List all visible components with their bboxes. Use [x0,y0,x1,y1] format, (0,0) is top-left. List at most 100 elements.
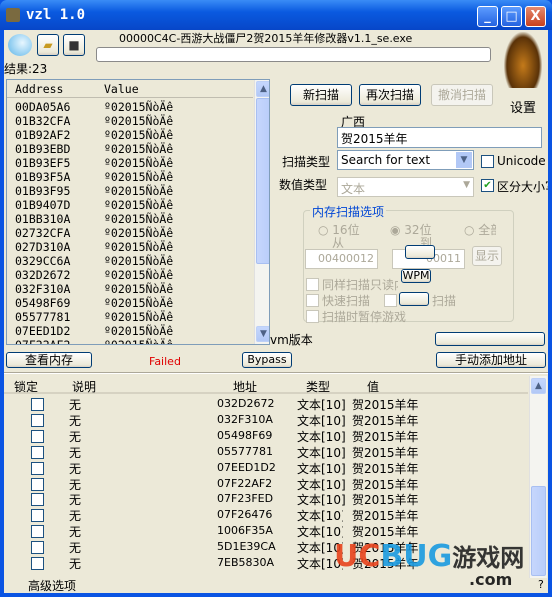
header-value[interactable]: Value [104,82,139,96]
list-item[interactable]: 01B93F95 º02015ÑòÄê [7,184,253,198]
minimize-button[interactable]: _ [477,6,498,27]
header-address[interactable]: Address [15,82,63,96]
list-item[interactable]: 032F310A º02015ÑòÄê [7,282,253,296]
vm-label: vm版本 [270,333,313,347]
help-link[interactable]: ? [538,578,544,591]
table-row[interactable]: 无 07EED1D2 文本[10] 贺2015羊年 [4,460,528,476]
lock-checkbox[interactable] [31,413,44,427]
lock-checkbox[interactable] [31,477,44,491]
lock-checkbox[interactable] [31,557,44,570]
table-scrollbar[interactable]: ▲ [529,376,547,578]
list-item[interactable]: 01B93EF5 º02015ÑòÄê [7,156,253,170]
table-row[interactable]: 无 032D2672 文本[10] 贺2015羊年 [4,396,528,412]
settings-label[interactable]: 设置 [510,97,536,116]
table-header: 锁定 说明 地址 类型 值 [4,376,528,394]
row-value: 贺2015羊年 [352,477,419,492]
list-item[interactable]: 01B93F5A º02015ÑòÄê [7,170,253,184]
open-file-icon[interactable]: ▰ [37,34,59,56]
scroll-thumb[interactable] [256,98,269,264]
list-item[interactable]: 01B9407D º02015ÑòÄê [7,198,253,212]
scan-results-list[interactable]: Address Value 00DA05A6 º02015ÑòÄê 01B32CFA… [6,79,270,345]
lock-checkbox[interactable] [31,541,44,555]
list-item[interactable]: 05498F69 º02015ÑòÄê [7,296,253,310]
table-row[interactable]: 无 07F22AF2 文本[10] 贺2015羊年 [4,476,528,492]
list-item[interactable]: 00DA05A6 º02015ÑòÄê [7,100,253,114]
lock-checkbox[interactable] [31,493,44,507]
header-description[interactable]: 说明 [72,378,96,395]
list-item[interactable]: 01B92AF2 º02015ÑòÄê [7,128,253,142]
blank-button[interactable] [435,332,545,346]
scroll-down-icon[interactable]: ▼ [256,326,269,342]
undo-scan-button: 撤消扫描 [431,84,493,106]
maximize-button[interactable]: □ [501,6,522,27]
list-item[interactable]: 02732CFA º02015ÑòÄê [7,226,253,240]
row-address: 00DA05A6 [15,100,71,114]
row-description: 无 [69,445,82,460]
header-address[interactable]: 地址 [233,378,257,395]
lock-checkbox[interactable] [31,509,44,523]
case-sensitive-checkbox[interactable]: ✔ [481,179,494,192]
table-row[interactable]: 无 032F310A 文本[10] 贺2015羊年 [4,412,528,428]
row-description: 无 [69,509,82,524]
row-value: º02015ÑòÄê [104,198,174,212]
header-type[interactable]: 类型 [306,378,330,395]
list-item[interactable]: 01B93EBD º02015ÑòÄê [7,142,253,156]
scroll-up-icon[interactable]: ▲ [256,81,269,97]
bypass-button[interactable]: Bypass [242,352,292,368]
list-item[interactable]: 07F22AF2 º02015ÑòÄê [7,338,253,344]
chevron-down-icon[interactable]: ▼ [456,152,472,168]
lock-checkbox[interactable] [31,398,44,411]
row-description: 无 [69,429,82,444]
scroll-thumb[interactable] [531,486,546,576]
view-memory-button[interactable]: 查看内存 [6,352,92,368]
save-icon[interactable]: ■ [63,34,85,56]
header-lock[interactable]: 锁定 [14,378,38,395]
row-description: 无 [69,525,82,540]
close-button[interactable]: X [525,6,546,27]
title-bar[interactable]: vzl 1.0 _ □ X [0,0,552,30]
new-scan-button[interactable]: 新扫描 [290,84,352,106]
fast-scan-checkbox [306,294,319,307]
row-value: º02015ÑòÄê [104,324,174,338]
list-item[interactable]: 0329CC6A º02015ÑòÄê [7,254,253,268]
unnamed-button-2[interactable] [399,292,429,306]
unicode-checkbox[interactable] [481,155,494,168]
row-description: 无 [69,477,82,492]
scroll-up-icon[interactable]: ▲ [531,378,546,394]
table-row[interactable]: 无 07F23FED 文本[10] 贺2015羊年 [4,491,528,507]
value-input[interactable]: 贺2015羊年 [337,127,542,148]
row-description: 无 [69,398,82,412]
list-item[interactable]: 07EED1D2 º02015ÑòÄê [7,324,253,338]
lock-checkbox[interactable] [31,461,44,475]
table-row[interactable]: 无 1006F35A 文本[10] 贺2015羊年 [4,523,528,539]
row-address: 05498F69 [15,296,71,310]
list-item[interactable]: 032D2672 º02015ÑòÄê [7,268,253,282]
wpm-button[interactable]: WPM [401,269,431,283]
header-value[interactable]: 值 [367,378,379,395]
table-row[interactable]: 无 05498F69 文本[10] 贺2015羊年 [4,428,528,444]
table-row[interactable]: 无 07F26476 文本[10] 贺2015羊年 [4,507,528,523]
manual-add-address-button[interactable]: 手动添加地址 [436,352,546,368]
splitter[interactable] [4,372,548,374]
list-scrollbar[interactable]: ▲ ▼ [254,80,269,344]
lock-checkbox[interactable] [31,429,44,443]
row-type: 文本[10] [297,413,346,428]
lock-checkbox[interactable] [31,525,44,539]
window-title: vzl 1.0 [26,7,86,23]
settings-logo-icon[interactable] [504,32,542,88]
list-item[interactable]: 01BB310A º02015ÑòÄê [7,212,253,226]
list-item[interactable]: 027D310A º02015ÑòÄê [7,240,253,254]
list-item[interactable]: 01B32CFA º02015ÑòÄê [7,114,253,128]
select-process-icon[interactable] [8,34,32,56]
scan-type-select[interactable]: Search for text ▼ [337,150,474,170]
pause-game-checkbox [306,310,319,323]
unnamed-button[interactable] [405,245,435,259]
lock-checkbox[interactable] [31,445,44,459]
scan-type-value: Search for text [341,153,431,167]
list-item[interactable]: 05577781 º02015ÑòÄê [7,310,253,324]
table-row[interactable]: 无 05577781 文本[10] 贺2015羊年 [4,444,528,460]
next-scan-button[interactable]: 再次扫描 [359,84,421,106]
row-address: 02732CFA [15,226,71,240]
readonly-checkbox [306,278,319,291]
advanced-options-link[interactable]: 高级选项 [28,577,76,594]
